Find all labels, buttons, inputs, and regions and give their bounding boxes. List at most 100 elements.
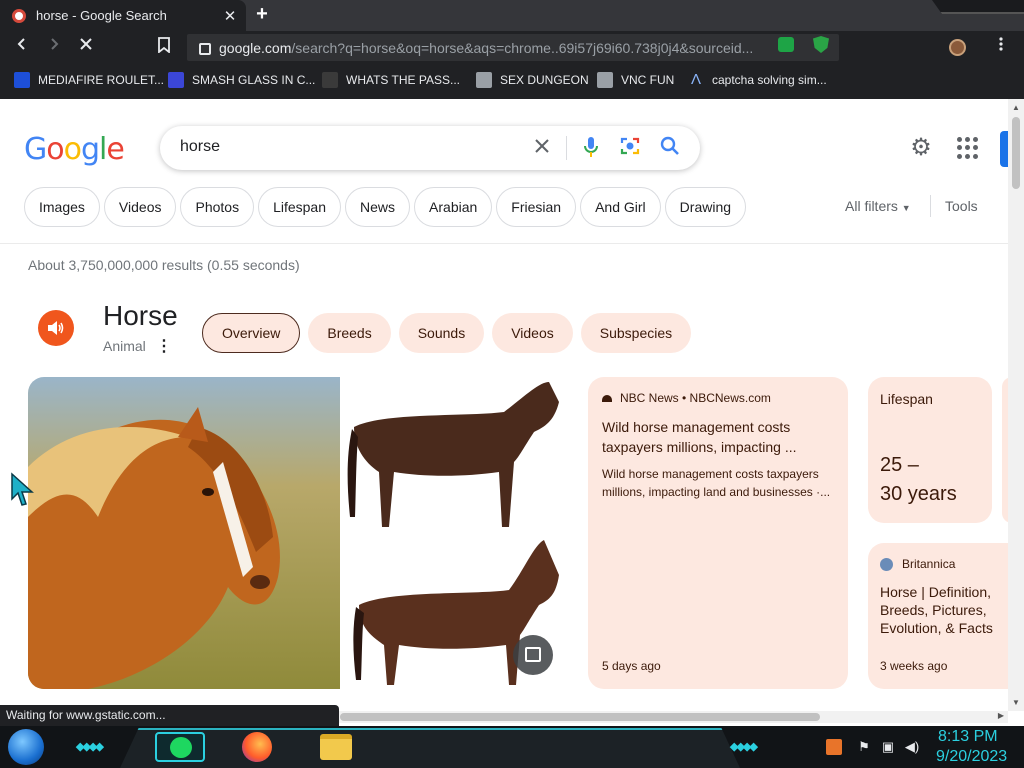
chip-friesian[interactable]: Friesian xyxy=(496,187,577,227)
browser-tab-active[interactable]: horse - Google Search ✕ xyxy=(0,0,246,31)
bookmark-label: SMASH GLASS IN C... xyxy=(192,73,316,87)
logo-letter: G xyxy=(24,132,47,167)
apps-dot xyxy=(957,145,962,151)
chip-and-girl[interactable]: And Girl xyxy=(580,187,661,227)
bookmark-item[interactable]: MEDIAFIRE ROULET... xyxy=(14,71,164,89)
browser-menu-button[interactable] xyxy=(994,36,1008,56)
search-icon xyxy=(660,136,679,155)
tab-title: horse - Google Search xyxy=(36,8,167,23)
chip-videos[interactable]: Videos xyxy=(103,187,177,227)
back-button[interactable] xyxy=(12,37,32,57)
britannica-title[interactable]: Horse | Definition, Breeds, Pictures, Ev… xyxy=(880,583,996,637)
clear-search-icon[interactable] xyxy=(530,136,554,160)
tab-subspecies[interactable]: Subspecies xyxy=(580,313,692,353)
chip-drawing[interactable]: Drawing xyxy=(664,187,747,227)
chip-news[interactable]: News xyxy=(345,187,411,227)
settings-gear-icon[interactable]: ⚙ xyxy=(908,135,934,161)
lifespan-label: Lifespan xyxy=(880,391,933,407)
apps-dot xyxy=(965,145,970,151)
start-button[interactable] xyxy=(8,729,44,765)
address-bar[interactable]: google.com/search?q=horse&oq=horse&aqs=c… xyxy=(187,34,839,61)
search-input[interactable]: horse xyxy=(180,138,220,156)
vertical-scroll-thumb[interactable] xyxy=(1012,117,1020,189)
tab-overview[interactable]: Overview xyxy=(202,313,301,353)
horse-photo-top[interactable] xyxy=(344,377,568,531)
apps-dot xyxy=(965,137,970,142)
microphone-icon xyxy=(584,137,598,157)
chip-lifespan[interactable]: Lifespan xyxy=(258,187,342,227)
bookmark-item[interactable]: WHATS THE PASS... xyxy=(322,71,460,89)
google-apps-icon[interactable] xyxy=(957,137,979,159)
scroll-up-icon[interactable]: ▲ xyxy=(1012,103,1020,112)
profile-avatar[interactable] xyxy=(949,39,966,56)
search-box[interactable]: horse xyxy=(160,126,700,170)
stop-loading-button[interactable] xyxy=(76,37,96,57)
new-tab-button[interactable]: + xyxy=(252,4,272,25)
forward-button[interactable] xyxy=(44,37,64,57)
lifespan-value-line: 30 years xyxy=(880,483,957,505)
firefox-icon[interactable] xyxy=(242,732,272,762)
tab-videos[interactable]: Videos xyxy=(492,313,573,353)
bookmark-star-button[interactable] xyxy=(154,37,174,57)
taskbar-notes-app[interactable] xyxy=(155,732,205,762)
scroll-down-icon[interactable]: ▼ xyxy=(1012,698,1020,707)
screen: horse - Google Search ✕ + google.com/sea… xyxy=(0,0,1024,768)
bookmark-item[interactable]: SMASH GLASS IN C... xyxy=(168,71,315,89)
pronunciation-audio-button[interactable] xyxy=(38,310,74,346)
flag-icon[interactable]: ⚑ xyxy=(856,739,872,755)
bookmarks-bar: MEDIAFIRE ROULET... SMASH GLASS IN C... … xyxy=(0,64,1024,99)
url-host: google.com xyxy=(219,39,292,56)
tools-button[interactable]: Tools xyxy=(945,198,978,214)
chip-arabian[interactable]: Arabian xyxy=(414,187,493,227)
britannica-date: 3 weeks ago xyxy=(880,659,948,673)
chevron-down-icon: ▼ xyxy=(901,203,911,213)
vertical-scrollbar[interactable]: ▲ ▼ xyxy=(1008,99,1024,711)
bookmark-label: MEDIAFIRE ROULET... xyxy=(38,73,165,87)
voice-search-icon[interactable] xyxy=(579,136,603,160)
notes-extension-icon[interactable] xyxy=(778,37,794,52)
lock-icon xyxy=(322,72,338,88)
tab-breeds[interactable]: Breeds xyxy=(308,313,391,353)
news-source: NBC News • NBCNews.com xyxy=(602,391,834,405)
bookmark-label: WHATS THE PASS... xyxy=(346,73,461,87)
more-options-icon[interactable]: ⋮ xyxy=(156,336,172,356)
horse-photo-main[interactable] xyxy=(28,377,340,689)
clock-date[interactable]: 9/20/2023 xyxy=(936,748,1007,766)
apps-dot xyxy=(973,145,978,151)
news-title[interactable]: Wild horse management costs taxpayers mi… xyxy=(602,417,834,457)
notes-app-icon xyxy=(170,737,192,758)
bookmark-item[interactable]: SEX DUNGEON xyxy=(476,71,589,89)
google-logo[interactable]: Google xyxy=(24,132,125,167)
news-card[interactable]: NBC News • NBCNews.com Wild horse manage… xyxy=(588,377,848,689)
tab-close-icon[interactable]: ✕ xyxy=(220,7,240,25)
scroll-right-icon[interactable]: ▶ xyxy=(998,711,1004,720)
knowledge-panel-tabs: Overview Breeds Sounds Videos Subspecies xyxy=(202,313,692,353)
sign-in-button[interactable] xyxy=(1000,131,1008,167)
file-explorer-icon[interactable] xyxy=(320,734,352,760)
back-arrow-icon xyxy=(17,38,25,50)
tray-app-icon[interactable] xyxy=(826,739,842,755)
horizontal-scroll-thumb[interactable] xyxy=(340,713,820,721)
lens-search-icon[interactable] xyxy=(618,136,642,160)
image-gallery-icon xyxy=(525,647,541,662)
network-icon[interactable]: ▣ xyxy=(880,739,896,755)
apps-dot xyxy=(965,153,970,159)
britannica-source: Britannica xyxy=(880,557,1006,571)
volume-icon[interactable]: ◀) xyxy=(904,739,920,755)
bookmark-item[interactable]: VNC FUN xyxy=(597,71,674,89)
lifespan-card[interactable]: Lifespan 25 – 30 years xyxy=(868,377,992,523)
clock-time[interactable]: 8:13 PM xyxy=(938,728,998,746)
tab-sounds[interactable]: Sounds xyxy=(398,313,485,353)
chip-photos[interactable]: Photos xyxy=(180,187,255,227)
knowledge-panel-title: Horse xyxy=(103,300,178,331)
google-results-page: Google horse ⚙ Images Videos Photos Life… xyxy=(0,99,1008,705)
britannica-card[interactable]: Britannica Horse | Definition, Breeds, P… xyxy=(868,543,1008,689)
all-filters-button[interactable]: All filters ▼ xyxy=(845,198,911,214)
lifespan-value-line: 25 – xyxy=(880,454,919,476)
news-snippet: Wild horse management costs taxpayers mi… xyxy=(602,467,831,499)
bookmark-item[interactable]: Λ captcha solving sim... xyxy=(688,71,827,89)
chip-images[interactable]: Images xyxy=(24,187,100,227)
search-submit-icon[interactable] xyxy=(658,136,682,160)
view-images-button[interactable] xyxy=(513,635,553,675)
browser-tab-bar: horse - Google Search ✕ + xyxy=(0,0,1024,31)
